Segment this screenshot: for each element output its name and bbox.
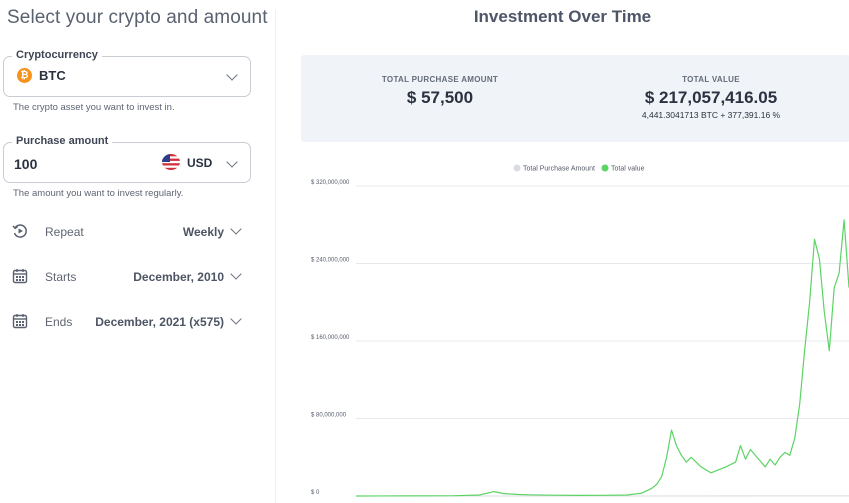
purchase-helper-text: The amount you want to invest regularly. <box>13 188 184 199</box>
y-tick-label: $ 320,000,000 <box>311 180 350 186</box>
crypto-legend: Cryptocurrency <box>12 49 102 61</box>
y-tick-label: $ 160,000,000 <box>311 335 350 341</box>
y-axis-ticks: $ 320,000,000 $ 240,000,000 $ 160,000,000 $… <box>311 180 350 496</box>
ends-select[interactable]: Ends December, 2021 (x575) <box>12 312 244 332</box>
currency-select[interactable]: USD <box>187 156 212 170</box>
starts-value: December, 2010 <box>133 270 224 284</box>
legend-swatch-value[interactable] <box>601 164 609 172</box>
chart-legend: Total Purchase Amount Total value <box>513 164 645 173</box>
legend-label-value[interactable]: Total value <box>611 166 645 173</box>
repeat-select[interactable]: Repeat Weekly <box>12 222 244 242</box>
investment-chart: Total Purchase Amount Total value $ 320,… <box>311 164 849 497</box>
repeat-label: Repeat <box>45 225 84 239</box>
repeat-icon <box>12 224 27 238</box>
crypto-select[interactable]: Cryptocurrency ₿ BTC <box>3 49 251 97</box>
chart-series <box>355 219 849 497</box>
legend-swatch-purchase[interactable] <box>513 164 521 172</box>
repeat-value: Weekly <box>182 225 224 239</box>
starts-label: Starts <box>45 270 77 284</box>
results-heading: Investment Over Time <box>473 7 652 26</box>
legend-label-purchase[interactable]: Total Purchase Amount <box>523 166 595 173</box>
crypto-helper-text: The crypto asset you want to invest in. <box>13 102 175 113</box>
results-panel: Investment Over Time TOTAL PURCHASE AMOU… <box>276 0 849 503</box>
y-tick-label: $ 240,000,000 <box>311 258 350 264</box>
total-value-line <box>355 219 849 497</box>
total-value-label: TOTAL VALUE <box>682 75 740 84</box>
starts-select[interactable]: Starts December, 2010 <box>12 267 244 287</box>
total-purchase-label: TOTAL PURCHASE AMOUNT <box>381 75 499 84</box>
chevron-down-icon[interactable] <box>226 156 238 168</box>
total-purchase-block: TOTAL PURCHASE AMOUNT $ 57,500 <box>355 75 525 108</box>
y-tick-label: $ 80,000,000 <box>311 413 347 419</box>
purchase-legend: Purchase amount <box>12 135 113 147</box>
total-value-sub: 4,441.3041713 BTC + 377,391.16 % <box>641 110 781 120</box>
total-value-value: $ 217,057,416.05 <box>644 88 778 107</box>
chevron-down-icon <box>230 313 242 325</box>
form-heading: Select your crypto and amount <box>7 7 268 28</box>
summary-card: TOTAL PURCHASE AMOUNT $ 57,500 TOTAL VAL… <box>301 55 849 142</box>
chevron-down-icon <box>230 223 242 235</box>
total-value-block: TOTAL VALUE $ 217,057,416.05 4,441.30417… <box>601 75 821 120</box>
ends-label: Ends <box>45 315 73 329</box>
ends-value: December, 2021 (x575) <box>95 315 224 329</box>
calendar-icon <box>12 269 28 284</box>
calendar-icon <box>12 314 28 329</box>
y-tick-label: $ 0 <box>311 490 320 496</box>
purchase-amount-field[interactable]: Purchase amount 100 USD <box>3 135 251 183</box>
chevron-down-icon <box>226 69 238 81</box>
total-purchase-value: $ 57,500 <box>406 88 474 107</box>
chart-grid <box>356 185 849 497</box>
purchase-amount-input[interactable]: 100 <box>14 156 37 172</box>
input-panel: Select your crypto and amount Cryptocurr… <box>0 0 268 503</box>
us-flag-icon <box>162 154 180 170</box>
chevron-down-icon <box>230 268 242 280</box>
crypto-value: BTC <box>39 68 66 83</box>
bitcoin-icon: ₿ <box>17 68 32 83</box>
